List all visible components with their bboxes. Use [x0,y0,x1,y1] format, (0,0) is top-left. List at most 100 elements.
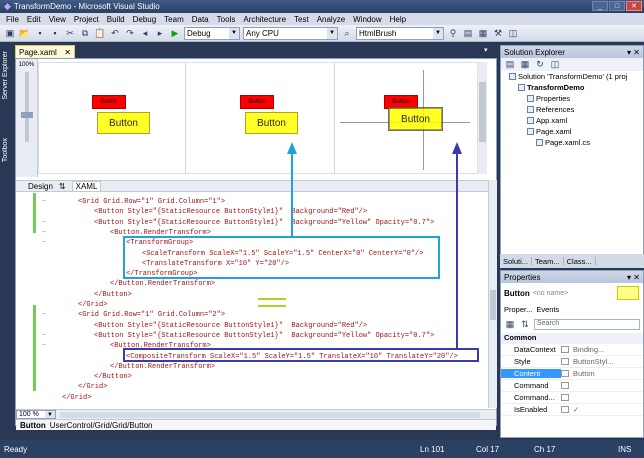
code-line[interactable]: </Grid> [62,393,91,403]
property-row[interactable]: Command... [501,392,643,404]
cut-icon[interactable]: ✂ [64,27,76,39]
collapse-icon[interactable]: − [42,218,46,228]
server-explorer-tab[interactable]: Server Explorer [2,51,9,100]
tab-design[interactable]: Design [28,182,53,191]
tree-item[interactable]: Page.xaml.cs [501,137,643,148]
swap-panes-icon[interactable]: ⇅ [59,182,66,191]
code-line[interactable]: </Grid> [78,382,107,392]
collapse-icon[interactable]: − [42,331,46,341]
property-row[interactable]: Style ButtonStyl... [501,356,643,368]
paste-icon[interactable]: 📋 [94,27,106,39]
toolbox-tab[interactable]: Toolbox [2,138,9,162]
designer-yellow-button[interactable]: Button [245,112,298,134]
save-icon[interactable]: ▪ [34,27,46,39]
categorized-icon[interactable]: ▦ [504,318,516,330]
new-project-icon[interactable]: ▣ [4,27,16,39]
property-marker-icon[interactable] [561,406,569,413]
copy-icon[interactable]: ⧉ [79,27,91,39]
save-all-icon[interactable]: ▪ [49,27,61,39]
solution-explorer-icon[interactable]: ▤ [462,27,474,39]
tree-item[interactable]: TransformDemo [501,82,643,93]
tab-dropdown-icon[interactable]: ▾ [484,46,488,54]
find-icon[interactable]: ⌕ [341,27,353,39]
object-browser-icon[interactable]: ◫ [507,27,519,39]
property-value[interactable]: ButtonStyl... [573,357,613,366]
menu-item[interactable]: Tools [213,15,240,24]
menu-item[interactable]: Help [386,15,410,24]
navigate-back-icon[interactable]: ◂ [139,27,151,39]
menu-item[interactable]: Edit [23,15,45,24]
designer-red-button[interactable]: Button [384,95,418,109]
breadcrumb-path[interactable]: UserControl/Grid/Grid/Button [50,421,153,430]
code-line[interactable]: <Grid Grid.Row="1" Grid.Column="2"> [78,310,225,320]
menu-item[interactable]: Debug [129,15,161,24]
designer-yellow-button[interactable]: Button [97,112,150,134]
collapse-icon[interactable]: − [42,197,46,207]
find-combo[interactable]: HtmlBrush ▼ [356,26,444,40]
properties-icon[interactable]: ▦ [477,27,489,39]
solution-platform-select[interactable]: Any CPU ▼ [243,26,338,40]
alphabetical-icon[interactable]: ⇅ [519,318,531,330]
solution-configuration-select[interactable]: Debug ▼ [184,26,240,40]
menu-item[interactable]: Architecture [239,15,290,24]
menu-item[interactable]: Team [160,15,188,24]
property-row[interactable]: IsEnabled ✓ [501,404,643,416]
menu-item[interactable]: Window [349,15,385,24]
document-tab[interactable]: Page.xaml ✕ [15,45,75,58]
property-marker-icon[interactable] [561,370,569,377]
code-line[interactable]: </Button> [94,290,132,300]
designer-selected-button[interactable]: Button [388,107,443,131]
menu-item[interactable]: File [2,15,23,24]
property-row[interactable]: Command [501,380,643,392]
refresh-icon[interactable]: ↻ [534,59,546,71]
tree-item[interactable]: References [501,104,643,115]
find-in-files-icon[interactable]: ⚲ [447,27,459,39]
code-line[interactable]: </Button.RenderTransform> [110,279,215,289]
properties-search-input[interactable]: Search [534,318,640,330]
tree-item[interactable]: Properties [501,93,643,104]
properties-icon[interactable]: ▤ [504,59,516,71]
category-header[interactable]: Common [501,333,643,344]
code-line[interactable]: </Button.RenderTransform> [110,362,215,372]
maximize-button[interactable]: □ [609,1,625,11]
menu-item[interactable]: Test [290,15,313,24]
editor-scrollbar[interactable] [488,180,497,408]
property-value[interactable]: Binding... [573,345,604,354]
redo-icon[interactable]: ↷ [124,27,136,39]
collapse-icon[interactable]: − [42,310,46,320]
open-icon[interactable]: 📂 [19,27,31,39]
code-line[interactable]: </Button> [94,372,132,382]
editor-zoom-select[interactable]: 100 % ▼ [16,410,56,419]
horizontal-scrollbar[interactable] [60,411,480,418]
designer-red-button[interactable]: Button [92,95,126,109]
minimize-button[interactable]: _ [592,1,608,11]
element-name[interactable]: <no name> [533,290,568,297]
tree-item[interactable]: Solution 'TransformDemo' (1 proj [501,71,643,82]
bottom-tab[interactable]: Class... [564,256,596,266]
zoom-slider[interactable]: 100% [16,59,38,177]
tab-properties[interactable]: Proper... [504,305,532,314]
property-value[interactable]: Button [573,369,595,378]
breadcrumb-element[interactable]: Button [20,421,46,430]
tab-xaml[interactable]: XAML [71,180,102,192]
bottom-tab[interactable]: Team... [532,256,564,266]
view-code-icon[interactable]: ◫ [549,59,561,71]
menu-item[interactable]: Project [70,15,103,24]
collapse-icon[interactable]: − [42,238,46,248]
collapse-icon[interactable]: − [42,341,46,351]
undo-icon[interactable]: ↶ [109,27,121,39]
property-marker-icon[interactable] [561,382,569,389]
code-line[interactable]: <Grid Grid.Row="1" Grid.Column="1"> [78,197,225,207]
show-all-files-icon[interactable]: ▦ [519,59,531,71]
tab-events[interactable]: Events [536,305,559,314]
toolbox-icon[interactable]: ⚒ [492,27,504,39]
tree-item[interactable]: App.xaml [501,115,643,126]
property-marker-icon[interactable] [561,394,569,401]
property-marker-icon[interactable] [561,346,569,353]
panel-pin-icon[interactable]: ▾ ✕ [627,273,640,282]
start-debugging-icon[interactable]: ▶ [169,27,181,39]
property-marker-icon[interactable] [561,358,569,365]
property-row[interactable]: Content Button [501,368,643,380]
property-row[interactable]: DataContext Binding... [501,344,643,356]
menu-item[interactable]: Analyze [313,15,349,24]
